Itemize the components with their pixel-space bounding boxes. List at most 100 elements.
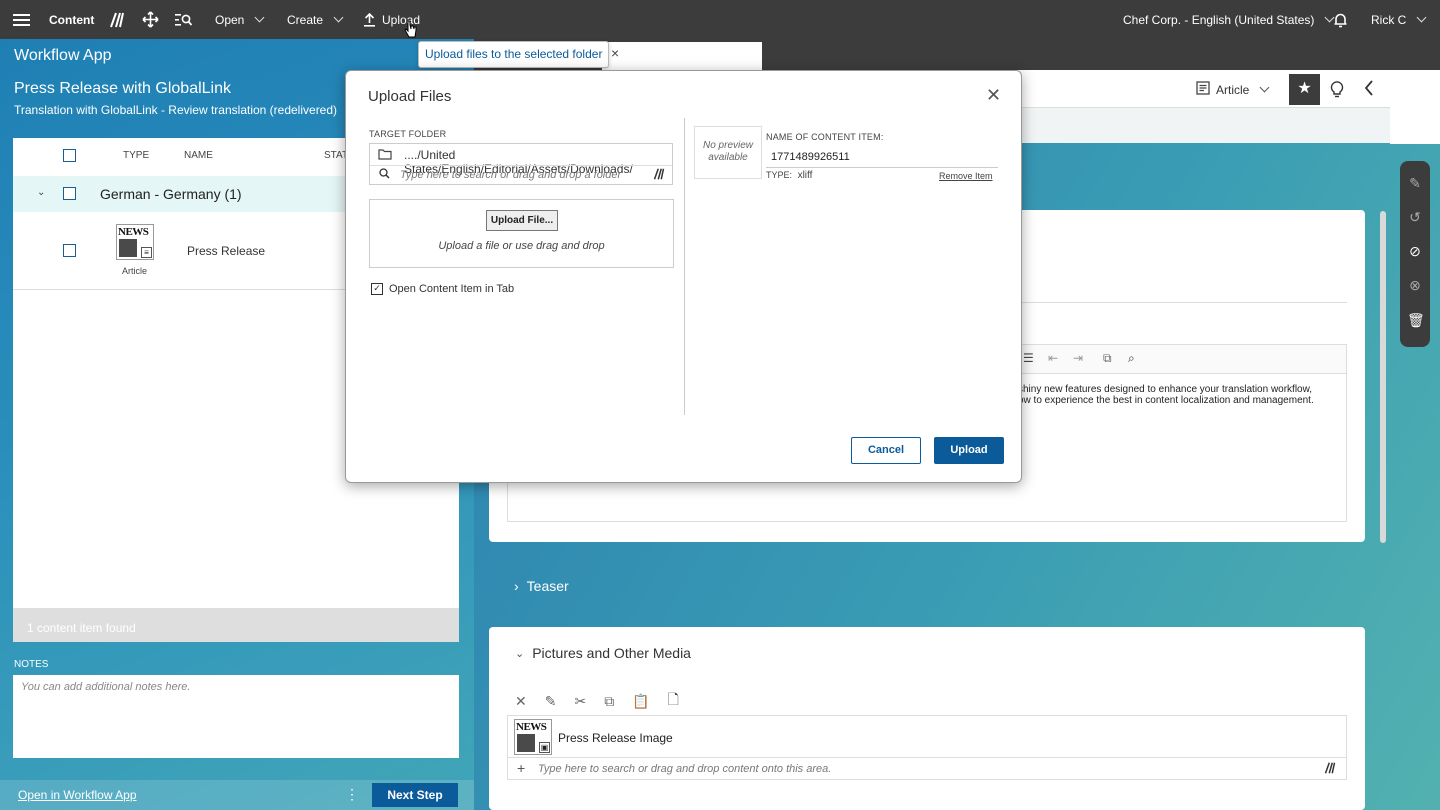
upload-tooltip: Upload files to the selected folder <box>418 41 610 68</box>
open-in-workflow-link[interactable]: Open in Workflow App <box>18 788 137 802</box>
next-step-button[interactable]: Next Step <box>372 783 458 807</box>
select-all-checkbox[interactable] <box>63 149 76 162</box>
side-toolbar: ✎ ↺ ⊘ ⊗ 🗑 <box>1400 161 1430 347</box>
upload-drop-zone[interactable]: Upload File... Upload a file or use drag… <box>369 199 674 268</box>
bullet-list-icon[interactable]: ☰ <box>1023 351 1034 365</box>
cancel-button[interactable]: Cancel <box>851 437 921 464</box>
target-folder-field[interactable]: ..../United States/English/Editorial/Ass… <box>369 143 673 185</box>
chevron-right-icon: › <box>514 578 519 594</box>
hand-cursor-icon <box>404 20 417 38</box>
pencil-icon[interactable]: ✎ <box>1407 175 1423 191</box>
upload-confirm-button[interactable]: Upload <box>934 437 1004 464</box>
scissors-icon[interactable]: ✂ <box>574 693 586 710</box>
column-header-type[interactable]: TYPE <box>123 150 149 161</box>
star-icon[interactable]: ★ <box>1289 74 1320 105</box>
chevron-down-icon <box>1259 82 1270 93</box>
globe-icon[interactable]: ⊘ <box>1407 243 1423 259</box>
globe-remove-icon[interactable]: ⊗ <box>1407 277 1423 293</box>
tab-press-release[interactable] <box>602 42 762 70</box>
preview-placeholder: No preview available <box>694 126 762 179</box>
chevron-down-icon: ⌄ <box>515 647 525 660</box>
chevron-down-icon <box>333 12 344 23</box>
close-icon[interactable]: × <box>611 45 619 61</box>
move-icon[interactable] <box>142 0 159 39</box>
process-title: Press Release with GlobalLink <box>14 80 231 97</box>
clipboard-icon[interactable]: 📋 <box>632 693 649 710</box>
indent-icon[interactable]: ⇥ <box>1073 351 1083 365</box>
workflow-app-title: Workflow App <box>14 47 112 64</box>
plus-icon: + <box>517 760 526 776</box>
header-right-area <box>1390 70 1440 144</box>
process-subtitle: Translation with GlobalLink - Review tra… <box>14 103 338 117</box>
media-thumbnail[interactable]: NEWS ▣ <box>514 719 552 755</box>
globallink-icon[interactable] <box>1324 762 1336 777</box>
close-icon[interactable]: ✕ <box>986 85 1001 106</box>
remove-item-link[interactable]: Remove Item <box>939 171 993 181</box>
target-folder-label: TARGET FOLDER <box>369 129 447 139</box>
item-name-input[interactable]: 1771489926511 <box>771 151 850 163</box>
image-icon: ▣ <box>539 742 550 753</box>
upload-hint: Upload a file or use drag and drop <box>438 240 605 252</box>
folder-icon <box>378 148 392 163</box>
group-label: German - Germany (1) <box>100 186 242 202</box>
media-list: NEWS ▣ Press Release Image <box>507 715 1347 758</box>
chevron-down-icon <box>1416 12 1427 23</box>
open-in-tab-option[interactable]: ✓ Open Content Item in Tab <box>371 283 514 295</box>
menu-icon[interactable] <box>13 0 30 39</box>
doctype-selector[interactable]: Article <box>1196 81 1270 98</box>
column-header-name[interactable]: NAME <box>184 150 213 161</box>
article-thumbnail: NEWS ≡ <box>116 224 154 260</box>
row-type-label: Article <box>122 266 148 276</box>
row-name[interactable]: Press Release <box>187 244 265 258</box>
folder-search-input[interactable]: Type here to search or drag and drop a f… <box>400 169 621 181</box>
lightbulb-icon[interactable] <box>1330 80 1344 103</box>
site-selector[interactable]: Chef Corp. - English (United States) <box>1123 0 1335 39</box>
find-replace-icon[interactable]: ⌕ <box>1128 351 1135 366</box>
media-item-name[interactable]: Press Release Image <box>558 731 673 745</box>
scrollbar[interactable] <box>1380 211 1386 543</box>
chevron-left-icon[interactable] <box>1364 80 1374 99</box>
globallink-icon[interactable] <box>653 168 665 183</box>
close-icon[interactable]: ✕ <box>515 693 527 710</box>
thumbnail-photo <box>119 239 137 257</box>
upload-file-button[interactable]: Upload File... <box>486 210 558 231</box>
teaser-section-toggle[interactable]: › Teaser <box>514 578 569 594</box>
thumbnail-news-text: NEWS <box>118 226 149 238</box>
paste-icon[interactable]: ⧉ <box>1103 351 1112 366</box>
open-in-tab-checkbox[interactable]: ✓ <box>371 283 383 295</box>
item-name-label: NAME OF CONTENT ITEM: <box>766 132 884 142</box>
chevron-down-icon[interactable]: ⌄ <box>37 187 45 198</box>
new-document-icon[interactable]: 🗋 <box>668 689 679 713</box>
history-icon[interactable]: ↺ <box>1407 209 1423 225</box>
upload-icon <box>364 12 375 27</box>
more-options-icon[interactable]: ⋮ <box>345 786 359 803</box>
bell-icon[interactable] <box>1333 0 1348 39</box>
thumbnail-news-text: NEWS <box>516 721 547 733</box>
found-count: 1 content item found <box>13 608 459 642</box>
media-search-input[interactable]: + Type here to search or drag and drop c… <box>507 758 1347 780</box>
workflow-footer: Open in Workflow App ⋮ Next Step <box>0 780 474 810</box>
notes-input[interactable]: You can add additional notes here. <box>13 675 459 758</box>
copy-icon[interactable]: ⧉ <box>604 693 614 710</box>
content-app-label[interactable]: Content <box>49 0 94 39</box>
divider <box>766 167 998 168</box>
trash-icon[interactable]: 🗑 <box>1407 312 1425 328</box>
rte-text-line: ow to experience the best in content loc… <box>1018 395 1314 406</box>
globallink-icon[interactable] <box>109 0 125 39</box>
pencil-icon[interactable]: ✎ <box>545 693 557 710</box>
row-checkbox[interactable] <box>63 244 76 257</box>
open-in-tab-label: Open Content Item in Tab <box>389 283 515 295</box>
create-menu-button[interactable]: Create <box>287 0 344 39</box>
search-list-icon[interactable] <box>175 0 192 39</box>
chevron-down-icon <box>254 12 265 23</box>
open-menu-button[interactable]: Open <box>215 0 265 39</box>
divider <box>684 118 685 415</box>
outdent-icon[interactable]: ⇤ <box>1048 351 1058 365</box>
thumbnail-photo <box>517 734 535 752</box>
item-type: TYPE: xliff <box>766 170 813 181</box>
user-menu[interactable]: Rick C <box>1371 0 1427 39</box>
top-bar: Content Open Create Upload Chef Corp. - … <box>0 0 1440 39</box>
upload-files-dialog: Upload Files ✕ TARGET FOLDER ..../United… <box>345 70 1022 483</box>
group-checkbox[interactable] <box>63 187 76 200</box>
media-section-header[interactable]: ⌄ Pictures and Other Media <box>515 645 691 661</box>
